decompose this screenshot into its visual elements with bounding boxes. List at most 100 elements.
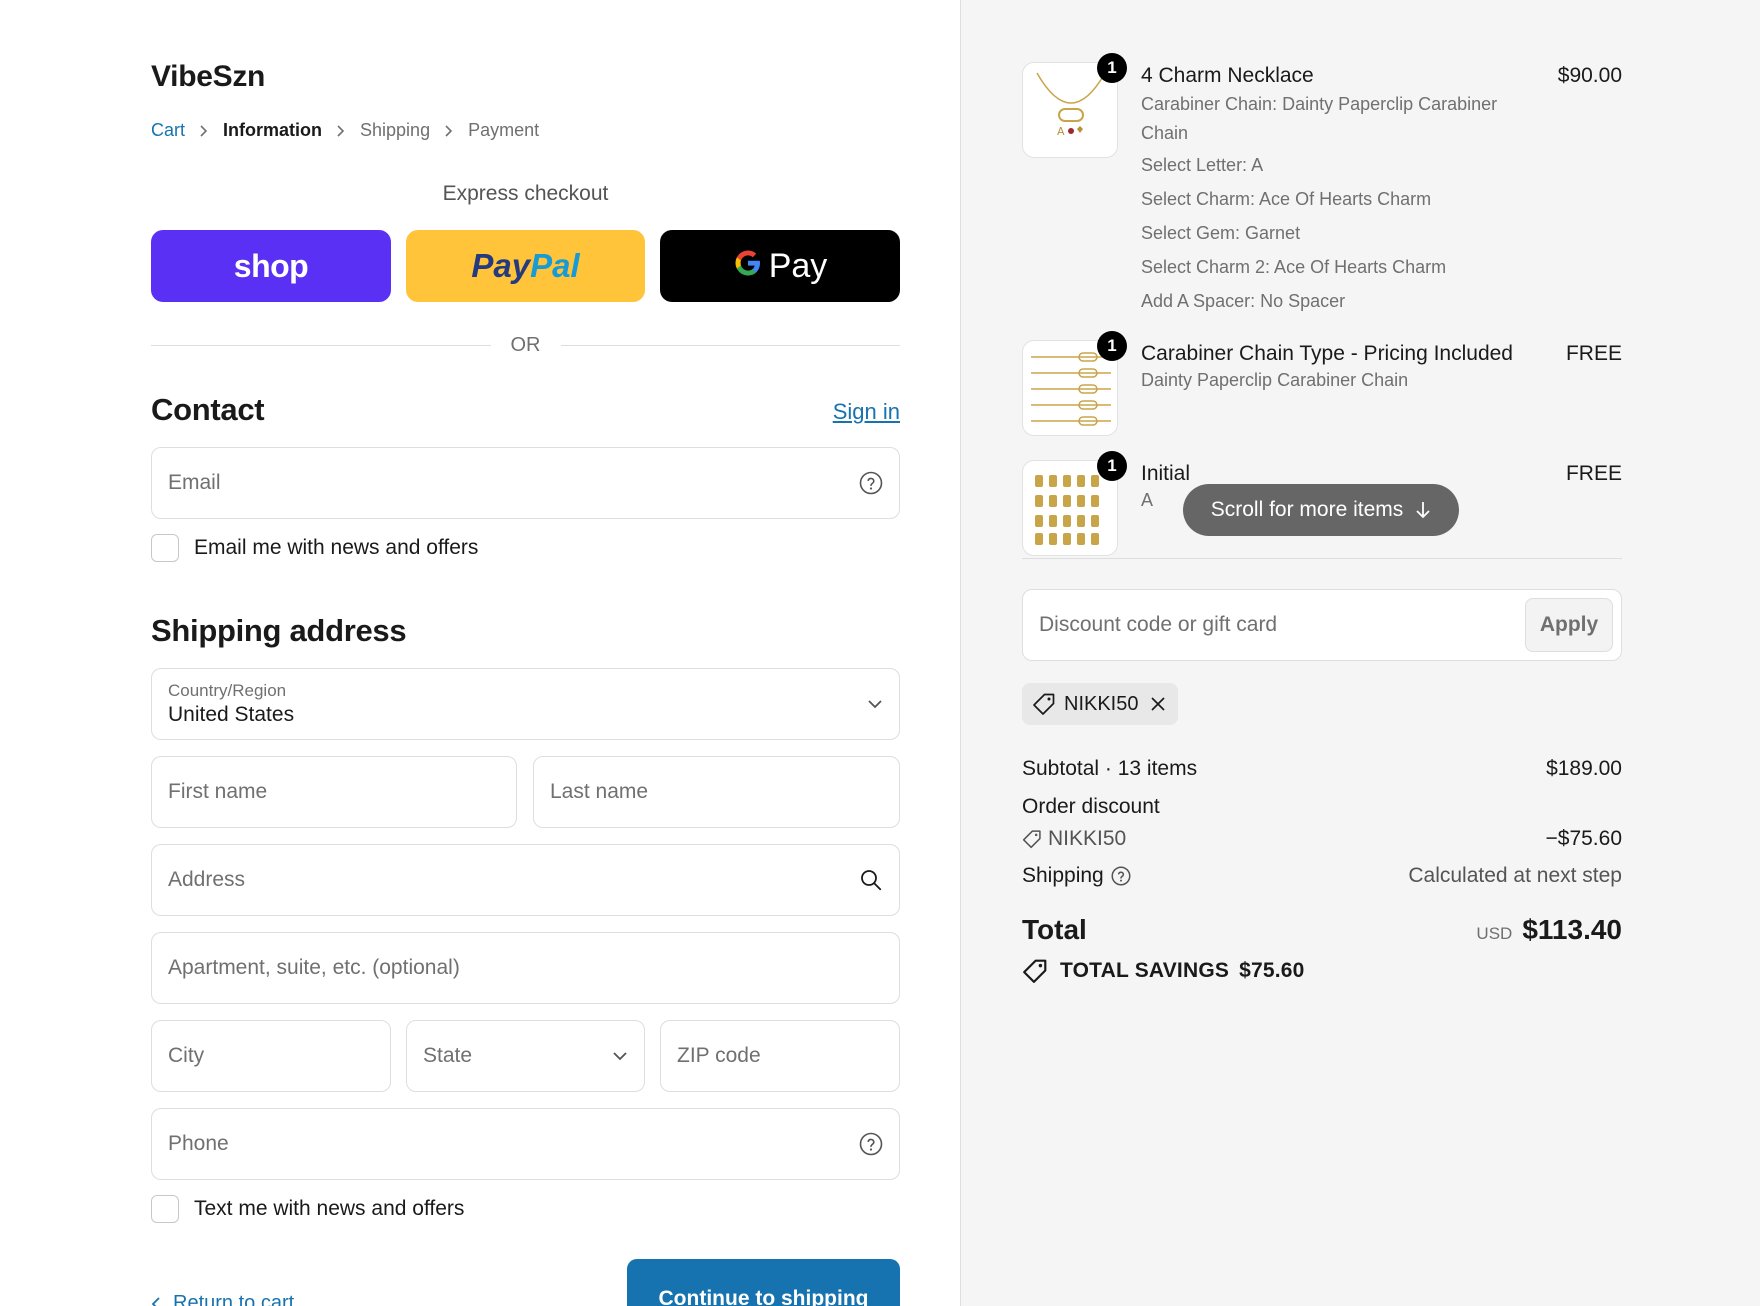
item-options: Carabiner Chain: Dainty Paperclip Carabi… xyxy=(1141,90,1531,318)
item-title: 4 Charm Necklace xyxy=(1141,64,1314,87)
chevron-left-icon xyxy=(151,1296,161,1306)
text-news-checkbox[interactable] xyxy=(151,1195,179,1223)
email-news-label: Email me with news and offers xyxy=(194,536,479,559)
zip-field[interactable]: ZIP code xyxy=(660,1020,900,1092)
breadcrumb-payment: Payment xyxy=(468,120,540,140)
total-savings-row: TOTAL SAVINGS $75.60 xyxy=(1022,958,1305,984)
quantity-badge: 1 xyxy=(1097,451,1127,481)
item-option: Select Gem: Garnet xyxy=(1141,223,1301,243)
close-icon[interactable] xyxy=(1150,696,1166,712)
svg-text:A: A xyxy=(1057,125,1065,138)
subtotal-label: Subtotal · 13 items xyxy=(1022,757,1198,780)
email-news-checkbox-row[interactable]: Email me with news and offers xyxy=(151,534,478,562)
discount-row: Discount code or gift card Apply xyxy=(1022,589,1622,661)
google-pay-label: Pay xyxy=(768,246,828,285)
city-placeholder: City xyxy=(168,1044,205,1067)
item-option: Carabiner Chain: Dainty Paperclip Carabi… xyxy=(1141,94,1498,143)
text-news-label: Text me with news and offers xyxy=(194,1197,465,1220)
item-price: $90.00 xyxy=(1557,64,1622,87)
shipping-value: Calculated at next step xyxy=(1408,864,1622,887)
line-item-details: Carabiner Chain Type - Pricing Included … xyxy=(1141,340,1541,392)
line-item: 1 Carabiner Chain Type - Pricing Include… xyxy=(1022,331,1622,436)
city-field[interactable]: City xyxy=(151,1020,391,1092)
item-option: Select Charm 2: Ace Of Hearts Charm xyxy=(1141,257,1447,277)
return-to-cart-link[interactable]: Return to cart xyxy=(151,1292,294,1306)
divider-line xyxy=(151,345,491,346)
discount-amount: −$75.60 xyxy=(1545,827,1623,850)
items-divider xyxy=(1022,558,1622,559)
paypal-label-a: Pay xyxy=(471,247,531,284)
discount-code-value: NIKKI50 xyxy=(1048,827,1127,850)
sign-in-link[interactable]: Sign in xyxy=(833,399,900,425)
return-to-cart-label: Return to cart xyxy=(173,1292,295,1306)
apartment-field[interactable]: Apartment, suite, etc. (optional) xyxy=(151,932,900,1004)
last-name-placeholder: Last name xyxy=(550,780,649,803)
shop-pay-label: shop xyxy=(233,247,309,284)
first-name-field[interactable]: First name xyxy=(151,756,517,828)
discount-code-line: NIKKI50 xyxy=(1022,827,1126,851)
checkout-form-pane: VibeSzn Cart Information Shipping Paymen… xyxy=(0,0,960,1306)
breadcrumb-cart[interactable]: Cart xyxy=(151,120,185,141)
country-label: Country/Region xyxy=(168,681,287,700)
item-option: Select Charm: Ace Of Hearts Charm xyxy=(1141,189,1432,209)
last-name-field[interactable]: Last name xyxy=(533,756,900,828)
first-name-placeholder: First name xyxy=(168,780,268,803)
breadcrumb: Cart Information Shipping Payment xyxy=(151,120,539,141)
order-discount-label: Order discount xyxy=(1022,795,1160,818)
or-divider: OR xyxy=(151,334,900,357)
help-icon[interactable] xyxy=(859,471,883,495)
express-checkout-label: Express checkout xyxy=(442,182,609,205)
item-title: Carabiner Chain Type - Pricing Included xyxy=(1141,342,1513,365)
email-field[interactable]: Email xyxy=(151,447,900,519)
shipping-address-heading: Shipping address xyxy=(151,613,407,648)
discount-code-row: NIKKI50 −$75.60 xyxy=(1022,827,1622,855)
item-price: FREE xyxy=(1565,462,1622,485)
search-icon xyxy=(859,868,883,892)
country-select[interactable]: Country/Region United States xyxy=(151,668,900,740)
shipping-row: Shipping Calculated at next step xyxy=(1022,864,1622,888)
line-item-details: 4 Charm Necklace Carabiner Chain: Dainty… xyxy=(1141,62,1531,318)
continue-to-shipping-button[interactable]: Continue to shipping xyxy=(627,1259,900,1306)
zip-placeholder: ZIP code xyxy=(677,1044,761,1067)
order-discount-row: Order discount xyxy=(1022,795,1622,819)
tag-icon xyxy=(1022,829,1042,849)
item-option: Dainty Paperclip Carabiner Chain xyxy=(1141,370,1409,390)
phone-field[interactable]: Phone xyxy=(151,1108,900,1180)
paypal-button[interactable]: Pay Pal xyxy=(406,230,645,302)
google-g-icon xyxy=(733,245,763,287)
subtotal-value: $189.00 xyxy=(1546,757,1622,780)
product-thumbnail: 1 xyxy=(1022,331,1127,436)
or-label: OR xyxy=(510,334,541,356)
total-row: Total USD $113.40 xyxy=(1022,914,1622,954)
total-amount-group: USD $113.40 xyxy=(1476,914,1622,946)
google-pay-button[interactable]: Pay xyxy=(660,230,900,302)
state-select[interactable]: State xyxy=(406,1020,645,1092)
apply-discount-button[interactable]: Apply xyxy=(1525,598,1613,652)
phone-placeholder: Phone xyxy=(168,1132,229,1155)
contact-heading: Contact xyxy=(151,392,265,427)
chevron-right-icon xyxy=(336,124,346,138)
address-placeholder: Address xyxy=(168,868,246,891)
apartment-placeholder: Apartment, suite, etc. (optional) xyxy=(168,956,460,979)
help-icon[interactable] xyxy=(859,1132,883,1156)
text-news-checkbox-row[interactable]: Text me with news and offers xyxy=(151,1195,464,1223)
address-field[interactable]: Address xyxy=(151,844,900,916)
total-savings-value: $75.60 xyxy=(1239,959,1305,982)
email-news-checkbox[interactable] xyxy=(151,534,179,562)
tag-icon xyxy=(1032,692,1056,716)
shipping-label: Shipping xyxy=(1022,864,1104,887)
breadcrumb-shipping: Shipping xyxy=(360,120,431,140)
quantity-badge: 1 xyxy=(1097,331,1127,361)
shop-pay-button[interactable]: shop xyxy=(151,230,391,302)
total-savings-label: TOTAL SAVINGS xyxy=(1060,959,1230,982)
applied-code-label: NIKKI50 xyxy=(1064,692,1139,715)
shipping-label-group: Shipping xyxy=(1022,864,1131,888)
country-value: United States xyxy=(168,703,295,726)
store-logo[interactable]: VibeSzn xyxy=(151,60,265,94)
item-option: Add A Spacer: No Spacer xyxy=(1141,291,1346,311)
chevron-down-icon xyxy=(612,1051,628,1061)
subtotal-row: Subtotal · 13 items $189.00 xyxy=(1022,757,1622,781)
discount-placeholder: Discount code or gift card xyxy=(1039,613,1278,636)
help-icon[interactable] xyxy=(1111,866,1131,886)
scroll-for-more-button[interactable]: Scroll for more items xyxy=(1183,484,1459,536)
